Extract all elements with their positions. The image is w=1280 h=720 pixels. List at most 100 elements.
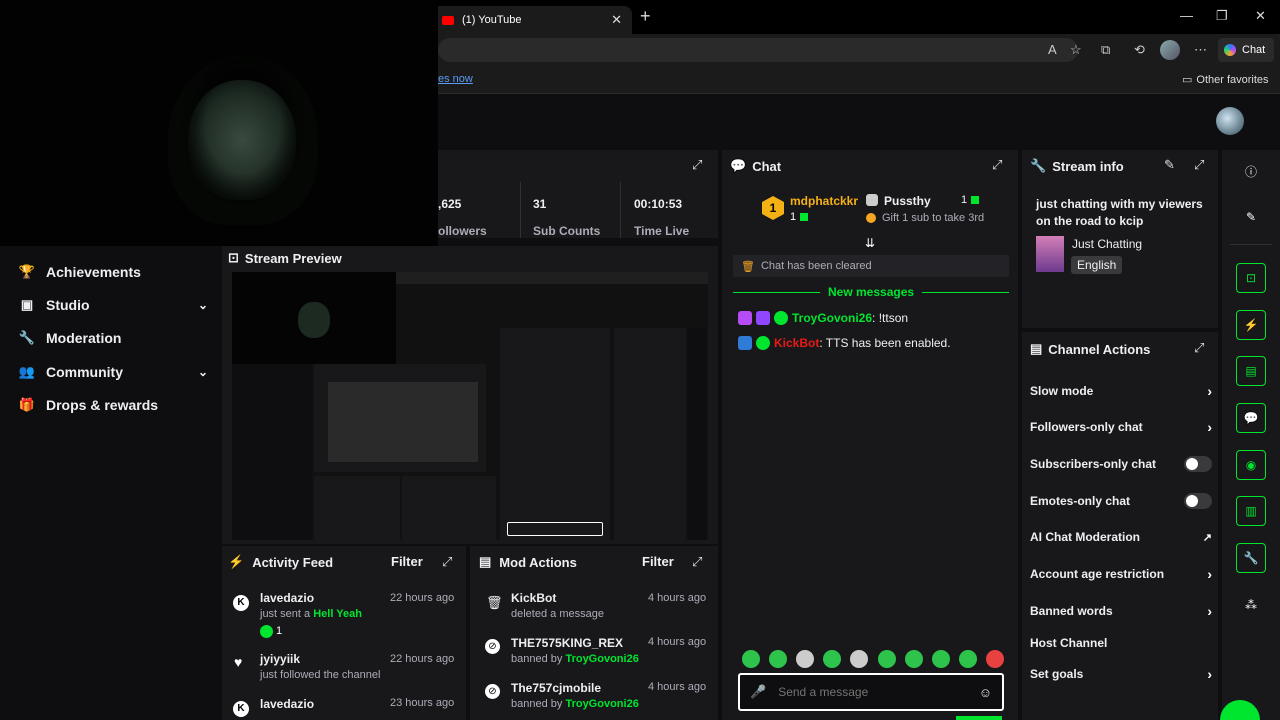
share-icon[interactable]: ⁂ [1236,590,1266,620]
popout-icon[interactable]: ⤢ [692,554,702,570]
user-avatar[interactable] [1216,107,1244,135]
popout-icon[interactable]: ⤢ [442,554,452,570]
chevron-down-icon: ⌄ [197,298,208,312]
action-followers-only[interactable]: Followers-only chat › [1030,417,1212,437]
emote-bar [742,650,1004,668]
scan-icon[interactable]: ⊡ [1236,263,1266,293]
new-tab-icon[interactable]: + [640,6,651,27]
followers-label: ollowers [438,224,487,238]
emote-icon[interactable] [742,650,760,668]
layout-icon[interactable]: ▥ [1236,496,1266,526]
edit-icon[interactable]: ✎ [1236,202,1266,232]
feed-user[interactable]: lavedazio [260,591,314,605]
heart-icon: ♥ [234,654,243,670]
feed-count: 1 [276,625,283,637]
divider [620,182,621,238]
mod-filter-button[interactable]: Filter [642,554,674,569]
action-host-channel[interactable]: Host Channel [1030,633,1212,653]
mic-icon[interactable]: 🎤 [750,684,766,700]
chat-username[interactable]: KickBot [774,336,819,350]
category-thumbnail[interactable] [1036,236,1064,272]
popout-icon[interactable]: ⤢ [692,157,702,173]
popout-icon[interactable]: ⤢ [1194,157,1204,173]
emote-icon[interactable] [769,650,788,668]
chat-bubble-icon[interactable]: 💬 [1236,403,1266,433]
info-icon[interactable]: ⓘ [1236,156,1266,186]
leader-name[interactable]: mdphatckkr [790,194,858,208]
close-tab-icon[interactable]: ✕ [611,12,622,28]
extensions-icon[interactable]: ⧉ [1101,42,1110,58]
chat-input-box[interactable]: 🎤 ☺ [738,673,1004,711]
broadcast-icon[interactable]: ◉ [1236,450,1266,480]
chevron-right-icon: › [1207,566,1212,582]
favorite-star-icon[interactable]: ☆ [1070,42,1082,58]
bolt-icon[interactable]: ⚡ [1236,310,1266,340]
action-emotes-only[interactable]: Emotes-only chat [1030,491,1212,511]
category-name[interactable]: Just Chatting [1072,237,1142,251]
mod-time: 4 hours ago [648,592,707,604]
activity-filter-button[interactable]: Filter [391,554,423,569]
copilot-chat-button[interactable]: Chat [1218,38,1274,62]
chat-input[interactable] [778,685,979,699]
wrench-icon[interactable]: 🔧 [1236,543,1266,573]
chat-username[interactable]: TroyGovoni26 [792,311,872,325]
emote-icon[interactable] [796,650,815,668]
chat-bubble-icon: 💬 [730,158,747,173]
close-window-icon[interactable]: ✕ [1255,8,1266,24]
send-button[interactable] [956,716,1002,720]
gift-leader-name[interactable]: Pussthy [884,194,931,208]
nav-item-studio[interactable]: ▣ Studio ⌄ [18,290,208,320]
mod-user[interactable]: THE7575KING_REX [511,636,623,650]
gift-icon: 🎁 [18,397,36,412]
action-label: Host Channel [1030,636,1108,650]
action-set-goals[interactable]: Set goals › [1030,664,1212,684]
emote-icon[interactable] [877,650,896,668]
chat-title: Chat [752,158,782,174]
maximize-icon[interactable]: ❐ [1216,8,1228,24]
activity-feed-title: Activity Feed [252,554,334,570]
popout-icon[interactable]: ⤢ [992,157,1002,173]
history-icon[interactable]: ⟲ [1134,42,1145,58]
stream-preview-video[interactable] [232,272,708,540]
nav-item-achievements[interactable]: 🏆 Achievements [18,257,208,287]
emote-icon[interactable] [931,650,950,668]
document-icon: ▤ [1030,341,1043,356]
feed-user[interactable]: jyiyyiik [260,652,300,666]
stream-info-title: Stream info [1052,158,1124,174]
collapse-icon[interactable]: ⇊ [865,236,875,250]
more-icon[interactable]: ⋯ [1194,42,1207,58]
action-slow-mode[interactable]: Slow mode › [1030,381,1212,401]
document-icon[interactable]: ▤ [1236,356,1266,386]
action-subscribers-only[interactable]: Subscribers-only chat [1030,454,1212,474]
nav-item-moderation[interactable]: 🔧 Moderation [18,323,208,353]
profile-avatar[interactable] [1160,40,1180,60]
feed-user[interactable]: lavedazio [260,697,314,711]
subs-value: 31 [533,197,547,211]
emote-icon[interactable] [823,650,842,668]
read-aloud-icon[interactable]: A [1048,42,1057,57]
popout-icon[interactable]: ⤢ [1194,340,1204,356]
emote-icon[interactable] [904,650,923,668]
emoji-icon[interactable]: ☺ [979,685,992,700]
emote-icon[interactable] [958,650,977,668]
emotes-only-toggle[interactable] [1184,493,1212,509]
bookmark-link[interactable]: es now [438,73,473,85]
emote-icon[interactable] [985,650,1004,668]
browser-tab[interactable]: (1) YouTube ✕ [432,6,632,34]
action-account-age[interactable]: Account age restriction › [1030,564,1212,584]
nav-item-community[interactable]: 👥 Community ⌄ [18,357,208,387]
subscribers-only-toggle[interactable] [1184,456,1212,472]
address-input[interactable] [438,38,1078,62]
emote-icon[interactable] [850,650,869,668]
mod-user[interactable]: KickBot [511,591,556,605]
nav-item-drops-rewards[interactable]: 🎁 Drops & rewards [18,390,208,420]
action-banned-words[interactable]: Banned words › [1030,601,1212,621]
minimize-icon[interactable]: — [1180,8,1193,23]
action-ai-moderation[interactable]: AI Chat Moderation ↗ [1030,527,1212,547]
mod-user[interactable]: The757cjmobile [511,681,601,695]
edit-icon[interactable]: ✎ [1164,157,1175,173]
cleared-text: Chat has been cleared [760,260,872,272]
mod-by: TroyGovoni26 [565,653,639,665]
right-rail [1222,150,1280,720]
other-favorites[interactable]: ▭ Other favorites [1182,73,1269,86]
